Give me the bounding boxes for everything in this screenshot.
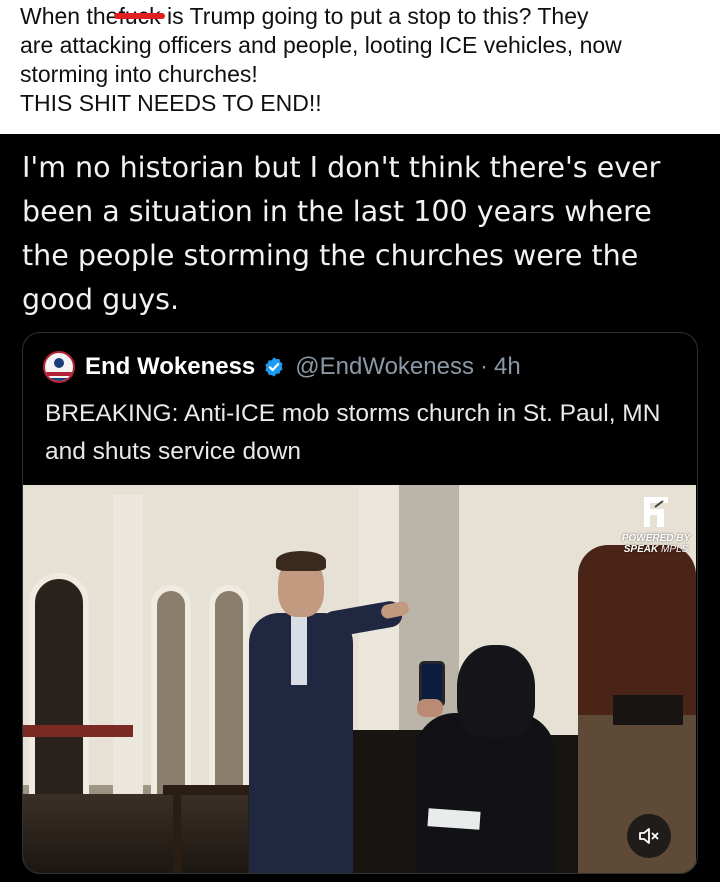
video-scene-rail: [23, 725, 133, 737]
caption-line-3: storming into churches!: [20, 61, 258, 87]
watermark-brand-suffix: MPLS: [661, 544, 689, 555]
video-phone-hand: [417, 699, 443, 717]
watermark-brand-name: SPEAK: [623, 544, 659, 555]
video-person-hoodie: [415, 713, 555, 873]
speak-logo-icon: [644, 497, 668, 527]
avatar[interactable]: [43, 351, 75, 383]
meme-text: I'm no historian but I don't think there…: [22, 151, 661, 316]
caption-prefix: When the: [20, 3, 119, 29]
post-caption: When thefuck is Trump going to put a sto…: [0, 0, 720, 134]
video-scene-lectern: [353, 730, 423, 873]
watermark-line-1: POWERED BY: [621, 533, 691, 544]
censored-word: fuck: [114, 3, 165, 29]
embedded-tweet-card[interactable]: End Wokeness @EndWokeness · 4h BREAKING:…: [22, 332, 698, 874]
video-scene-arch: [29, 573, 89, 803]
tweet-handle[interactable]: @EndWokeness: [295, 353, 474, 381]
video-scene-rail: [173, 795, 181, 873]
video-scene-arch: [151, 585, 191, 805]
meme-image: I'm no historian but I don't think there…: [0, 134, 720, 882]
video-scene-rail: [163, 785, 263, 795]
tweet-header: End Wokeness @EndWokeness · 4h: [43, 351, 521, 383]
speaker-muted-icon: [639, 828, 659, 844]
video-person-man-hair: [276, 551, 326, 571]
mute-button[interactable]: [627, 814, 671, 858]
video-person-hoodie-head: [457, 645, 535, 737]
video-scene-column: [113, 495, 143, 805]
video-scene-arch: [209, 585, 249, 805]
tweet-display-name[interactable]: End Wokeness: [85, 353, 255, 381]
watermark-line-2: SPEAK MPLS: [621, 544, 691, 555]
caption-line-1-rest: is Trump going to put a stop to this? Th…: [160, 3, 589, 29]
speak-mpls-watermark: POWERED BY SPEAK MPLS: [621, 493, 691, 555]
video-scene-stand-top: [613, 695, 683, 725]
caption-line-1: When thefuck is Trump going to put a sto…: [20, 2, 700, 31]
video-player[interactable]: POWERED BY SPEAK MPLS: [23, 485, 696, 873]
tweet-timestamp[interactable]: 4h: [494, 353, 521, 381]
video-person-hoodie-band: [427, 808, 481, 830]
video-person-man-shirt: [291, 615, 307, 685]
separator-dot: ·: [479, 353, 488, 380]
caption-line-2: are attacking officers and people, looti…: [20, 32, 622, 58]
tweet-body: BREAKING: Anti-ICE mob storms church in …: [45, 400, 661, 465]
verified-badge-icon: [265, 357, 283, 377]
caption-line-4: THIS SHIT NEEDS TO END!!: [20, 90, 322, 116]
